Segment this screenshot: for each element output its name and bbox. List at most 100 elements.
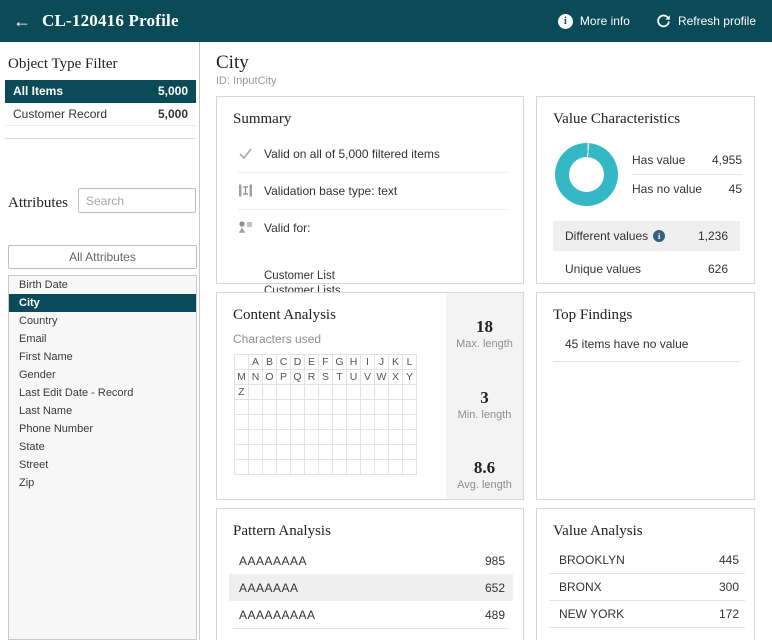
- char-grid-cell: [235, 400, 249, 415]
- has-value-row: Has value 4,955: [632, 145, 742, 174]
- char-grid-cell: [319, 460, 333, 475]
- value-list: BROOKLYN445BRONX300NEW YORK172: [549, 547, 745, 628]
- char-grid-cell: [389, 415, 403, 430]
- attribute-item[interactable]: Country: [9, 312, 196, 330]
- more-info-button[interactable]: i More info: [558, 14, 630, 29]
- attribute-search-input[interactable]: [78, 188, 196, 213]
- char-grid-cell: [249, 400, 263, 415]
- char-grid-cell: [403, 385, 417, 400]
- char-grid-cell: J: [375, 355, 389, 370]
- pattern-analysis-card: Pattern Analysis AAAAAAAA985AAAAAAA652AA…: [216, 508, 524, 640]
- attribute-item[interactable]: City: [9, 294, 196, 312]
- value-row[interactable]: BRONX300: [549, 574, 745, 601]
- main-content: City ID: InputCity Summary Valid on all …: [201, 42, 772, 640]
- page-header-title: CL-120416 Profile: [42, 11, 179, 31]
- char-grid-cell: [319, 385, 333, 400]
- char-grid-cell: D: [291, 355, 305, 370]
- characters-used-grid: ABCDEFGHIJKLMNOPQRSTUVWXYZ: [234, 354, 417, 475]
- attribute-item[interactable]: Email: [9, 330, 196, 348]
- char-grid-cell: [305, 415, 319, 430]
- value-analysis-title: Value Analysis: [553, 523, 643, 540]
- char-grid-cell: G: [333, 355, 347, 370]
- app-header: ← CL-120416 Profile i More info Refresh …: [0, 0, 772, 42]
- char-grid-cell: S: [319, 370, 333, 385]
- attribute-item[interactable]: State: [9, 438, 196, 456]
- char-grid-cell: X: [389, 370, 403, 385]
- object-type-row[interactable]: All Items5,000: [5, 80, 196, 103]
- pattern-analysis-title: Pattern Analysis: [233, 523, 331, 540]
- value-row[interactable]: BROOKLYN445: [549, 547, 745, 574]
- value-text: BRONX: [559, 580, 602, 594]
- attribute-item[interactable]: Phone Number: [9, 420, 196, 438]
- attribute-item[interactable]: Street: [9, 456, 196, 474]
- char-grid-cell: [305, 400, 319, 415]
- min-length-stat: 3 Min. length: [446, 388, 523, 421]
- pattern-row[interactable]: AAAAAAA652: [229, 574, 513, 601]
- sidebar: Object Type Filter All Items5,000Custome…: [0, 42, 200, 640]
- char-grid-row: ABCDEFGHIJKL: [235, 355, 417, 370]
- value-text: NEW YORK: [559, 607, 624, 621]
- char-grid-cell: [389, 430, 403, 445]
- all-attributes-button[interactable]: All Attributes: [8, 245, 197, 269]
- char-grid-cell: [305, 430, 319, 445]
- char-grid-row: MNOPQRSTUVWXY: [235, 370, 417, 385]
- char-grid-cell: [403, 430, 417, 445]
- has-value-donut-chart: [555, 143, 618, 206]
- attribute-item[interactable]: Gender: [9, 366, 196, 384]
- char-grid-cell: C: [277, 355, 291, 370]
- char-grid-cell: [277, 445, 291, 460]
- pattern-text: AAAAAAA: [239, 581, 299, 595]
- char-grid-cell: [375, 415, 389, 430]
- attribute-item[interactable]: First Name: [9, 348, 196, 366]
- object-type-row[interactable]: Customer Record5,000: [5, 103, 196, 126]
- char-grid-cell: [375, 430, 389, 445]
- header-actions: i More info Refresh profile: [558, 14, 756, 29]
- unique-values-row: Unique values 626: [553, 255, 740, 283]
- attribute-item[interactable]: Birth Date: [9, 276, 196, 294]
- back-arrow-icon[interactable]: ←: [12, 11, 32, 31]
- object-type-filter-title: Object Type Filter: [8, 56, 117, 73]
- info-icon[interactable]: i: [653, 230, 665, 242]
- char-grid-cell: [375, 400, 389, 415]
- attribute-list: Birth DateCityCountryEmailFirst NameGend…: [8, 275, 197, 640]
- char-grid-cell: [361, 460, 375, 475]
- sidebar-divider: [5, 138, 196, 139]
- pattern-row[interactable]: AAAAAAAAA489: [229, 601, 513, 628]
- char-grid-cell: [375, 460, 389, 475]
- char-grid-cell: [389, 400, 403, 415]
- refresh-profile-button[interactable]: Refresh profile: [656, 14, 756, 29]
- attribute-item[interactable]: Last Name: [9, 402, 196, 420]
- char-grid-cell: [319, 415, 333, 430]
- char-grid-cell: [263, 445, 277, 460]
- char-grid-cell: B: [263, 355, 277, 370]
- attribute-item[interactable]: Zip: [9, 474, 196, 492]
- object-shapes-icon: [238, 220, 254, 236]
- attribute-page-title: City: [216, 52, 249, 74]
- char-grid-cell: [375, 385, 389, 400]
- attribute-item[interactable]: Last Edit Date - Record: [9, 384, 196, 402]
- char-grid-row: [235, 430, 417, 445]
- value-row[interactable]: NEW YORK172: [549, 601, 745, 628]
- char-grid-cell: [389, 385, 403, 400]
- different-values-row[interactable]: Different values i 1,236: [553, 221, 740, 251]
- summary-valid-for-row: Valid for:: [238, 220, 310, 236]
- char-grid-cell: [263, 430, 277, 445]
- char-grid-cell: [291, 460, 305, 475]
- char-grid-cell: [235, 430, 249, 445]
- value-characteristics-title: Value Characteristics: [553, 111, 680, 128]
- char-grid-cell: Z: [235, 385, 249, 400]
- char-grid-cell: [403, 445, 417, 460]
- pattern-row[interactable]: AAAAAAAA985: [229, 547, 513, 574]
- char-grid-cell: [389, 445, 403, 460]
- refresh-icon: [656, 14, 671, 29]
- char-grid-cell: [319, 445, 333, 460]
- summary-divider: [238, 172, 507, 173]
- object-type-label: Customer Record: [13, 107, 158, 121]
- max-length-stat: 18 Max. length: [446, 317, 523, 350]
- char-grid-cell: H: [347, 355, 361, 370]
- pattern-count: 489: [485, 608, 505, 622]
- char-grid-cell: [361, 430, 375, 445]
- finding-item: 45 items have no value: [565, 337, 688, 351]
- char-grid-cell: [277, 460, 291, 475]
- has-no-value-row: Has no value 45: [632, 174, 742, 203]
